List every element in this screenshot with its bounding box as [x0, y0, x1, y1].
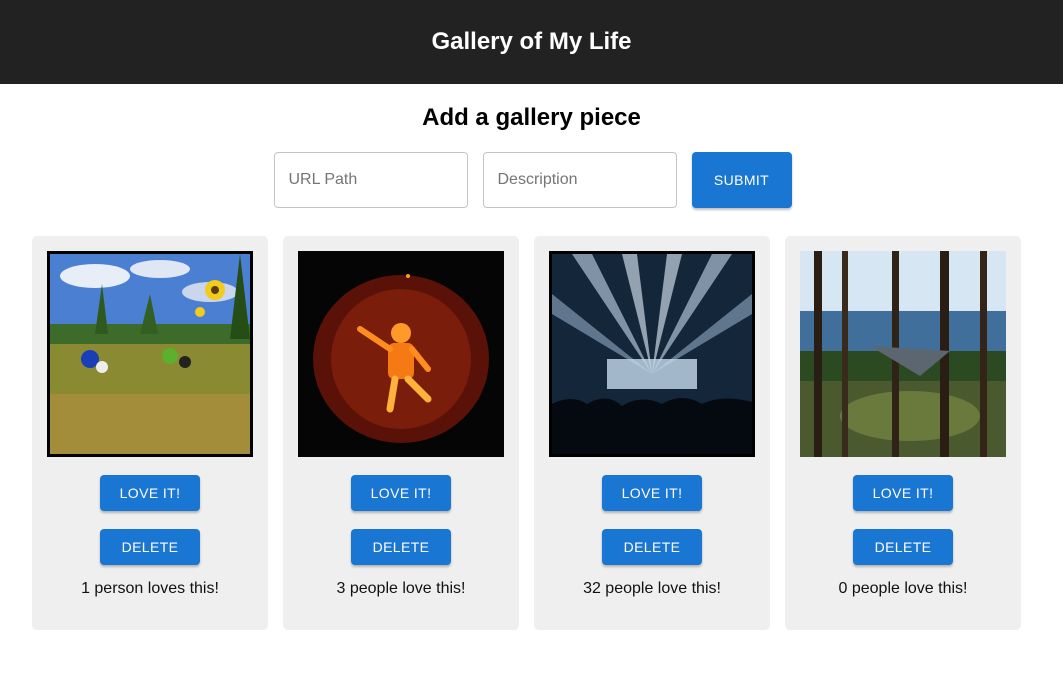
love-it-button[interactable]: LOVE IT!: [100, 475, 200, 511]
gallery-card: LOVE IT! DELETE 1 person loves this!: [32, 236, 268, 630]
gallery-image[interactable]: [800, 251, 1006, 457]
gallery-card: LOVE IT! DELETE 3 people love this!: [283, 236, 519, 630]
love-count: 32 people love this!: [583, 580, 721, 597]
love-it-button[interactable]: LOVE IT!: [351, 475, 451, 511]
gallery-card: LOVE IT! DELETE 0 people love this!: [785, 236, 1021, 630]
url-path-input[interactable]: [273, 152, 468, 208]
love-it-button[interactable]: LOVE IT!: [602, 475, 702, 511]
form-row: SUBMIT: [0, 152, 1063, 208]
love-count: 1 person loves this!: [81, 580, 219, 597]
gallery-image[interactable]: [47, 251, 253, 457]
submit-button[interactable]: SUBMIT: [691, 152, 792, 208]
love-count: 3 people love this!: [336, 580, 466, 597]
delete-button[interactable]: DELETE: [853, 529, 953, 565]
app-header: Gallery of My Life: [0, 0, 1063, 84]
delete-button[interactable]: DELETE: [351, 529, 451, 565]
love-it-button[interactable]: LOVE IT!: [853, 475, 953, 511]
love-count: 0 people love this!: [838, 580, 968, 597]
gallery-image[interactable]: [298, 251, 504, 457]
description-input[interactable]: [482, 152, 677, 208]
add-piece-form: Add a gallery piece SUBMIT: [0, 84, 1063, 208]
delete-button[interactable]: DELETE: [602, 529, 702, 565]
app-title: Gallery of My Life: [431, 28, 632, 55]
gallery-card: LOVE IT! DELETE 32 people love this!: [534, 236, 770, 630]
gallery-image[interactable]: [549, 251, 755, 457]
form-heading: Add a gallery piece: [422, 104, 641, 131]
gallery-grid: LOVE IT! DELETE 1 person loves this! LOV…: [0, 236, 1063, 630]
delete-button[interactable]: DELETE: [100, 529, 200, 565]
